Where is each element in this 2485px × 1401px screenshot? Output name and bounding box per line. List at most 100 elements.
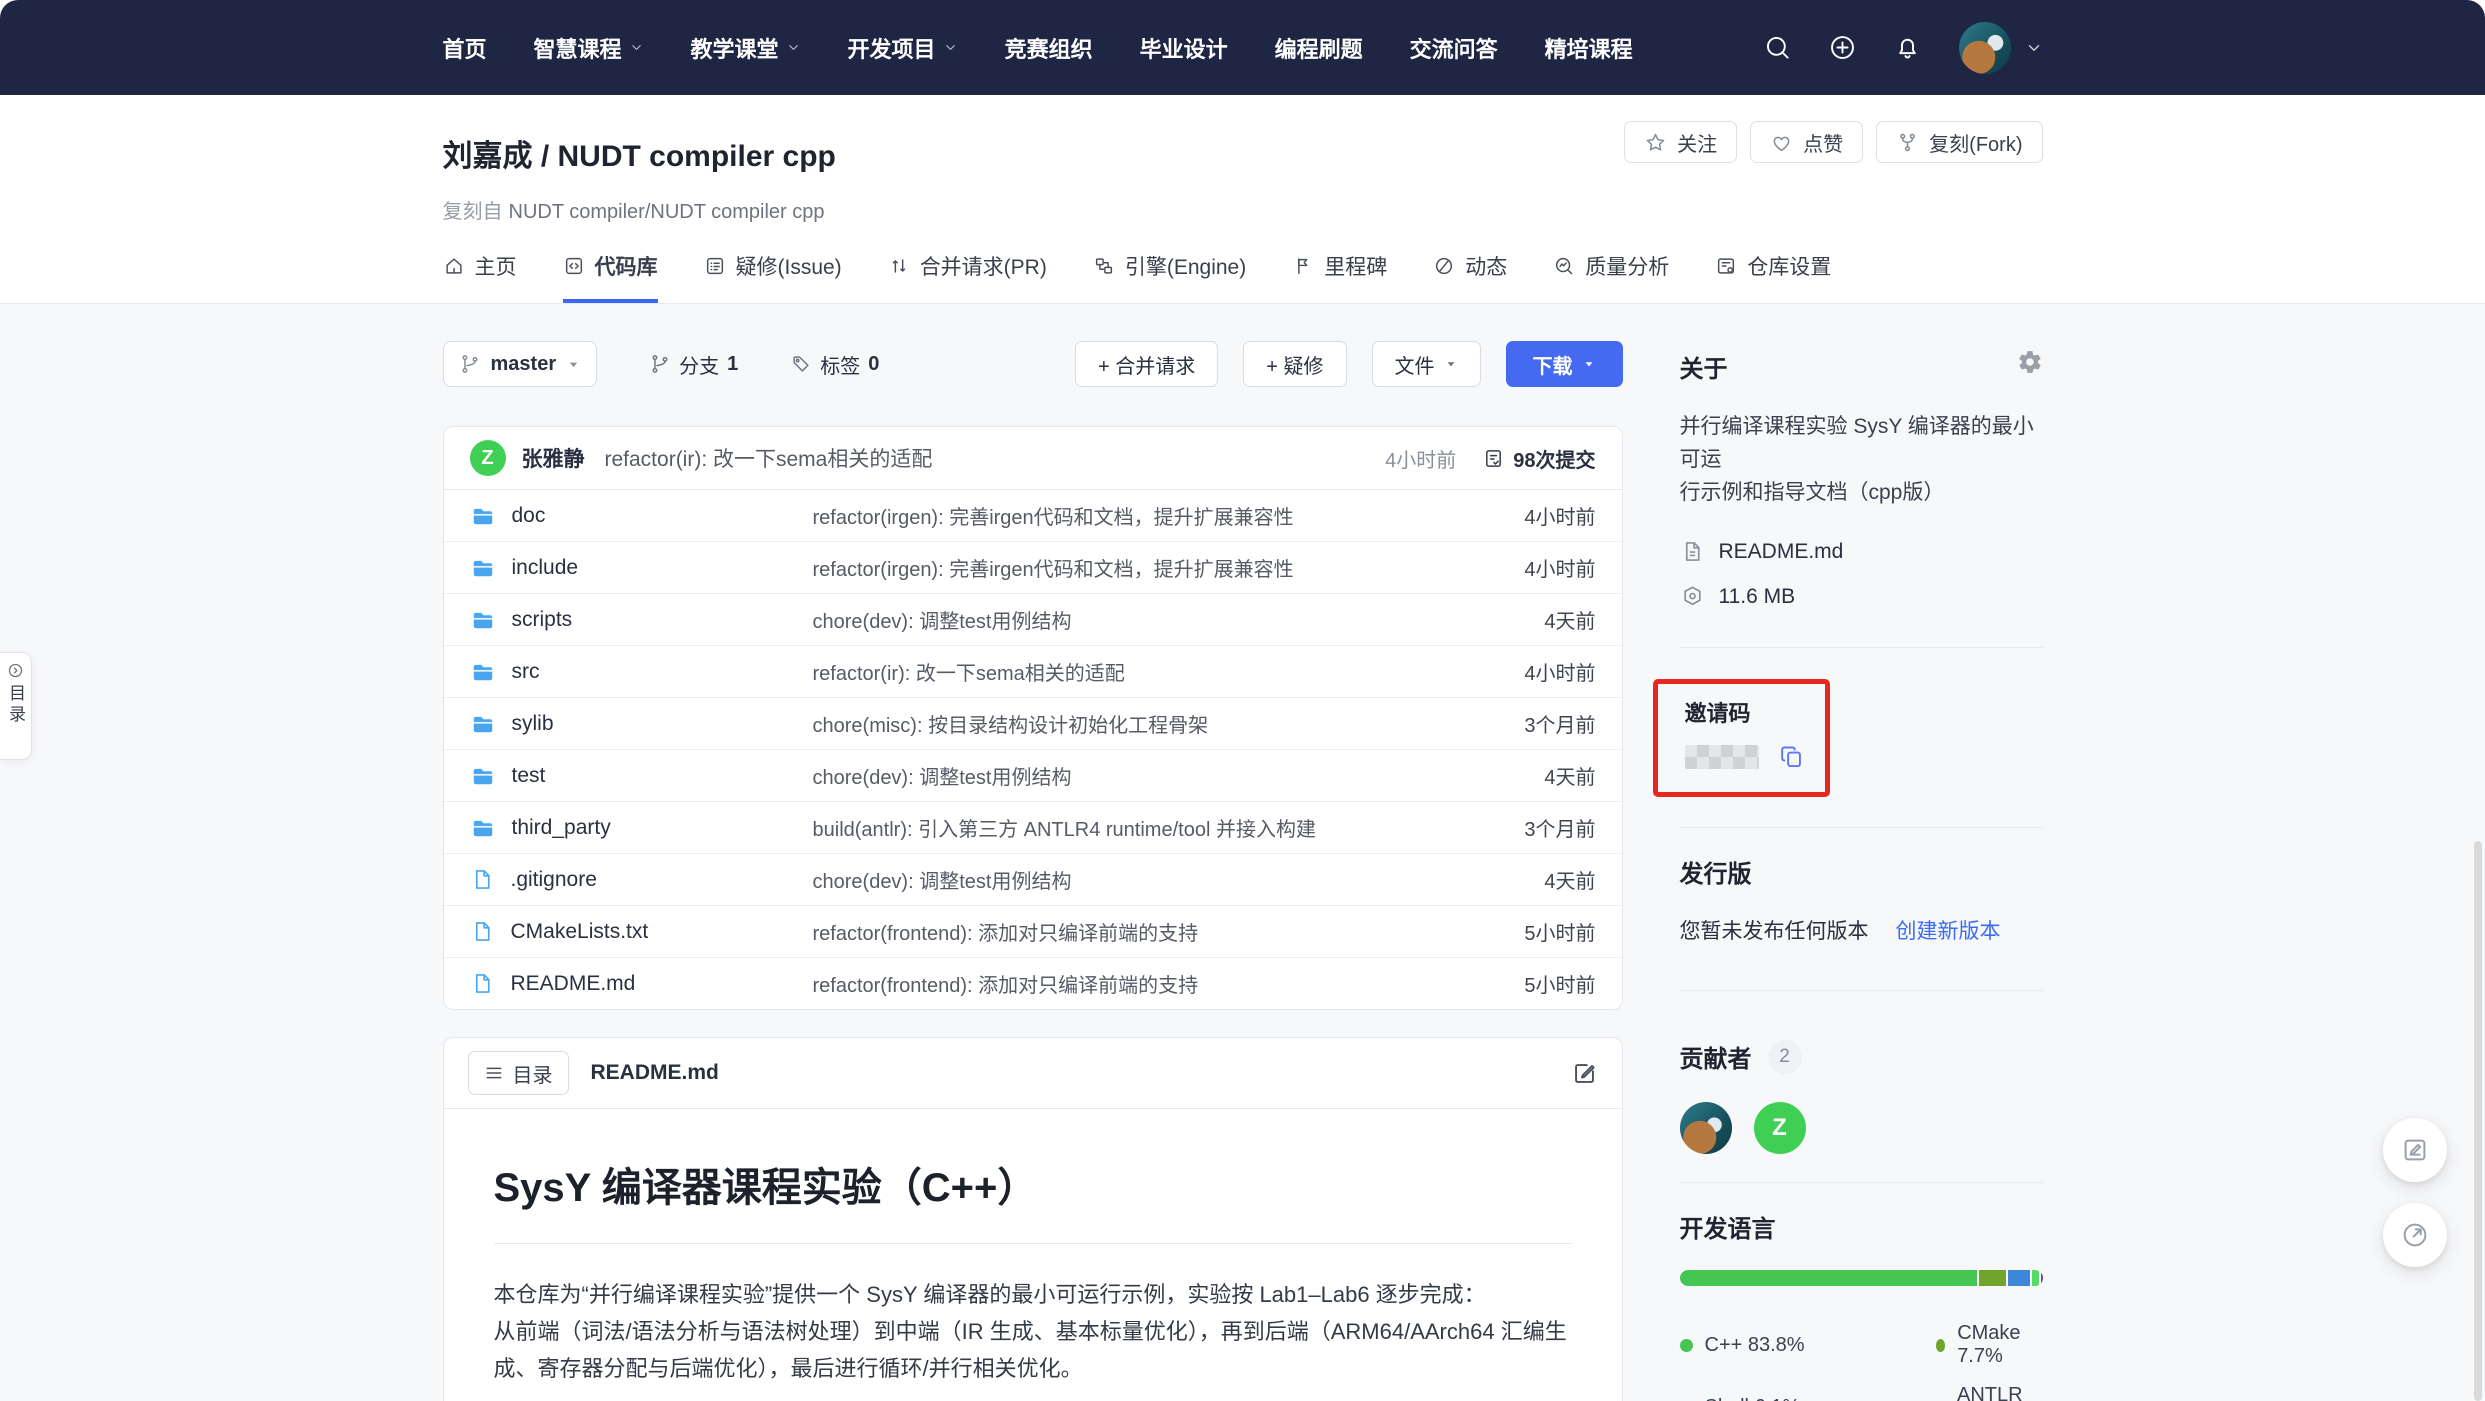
nav-item-毕业设计[interactable]: 毕业设计 <box>1140 32 1228 64</box>
sidebar-readme-link[interactable]: README.md <box>1680 539 2043 564</box>
nav-item-交流问答[interactable]: 交流问答 <box>1410 32 1498 64</box>
file-commit-message[interactable]: refactor(ir): 改一下sema相关的适配 <box>813 657 1525 686</box>
table-row[interactable]: README.mdrefactor(frontend): 添加对只编译前端的支持… <box>444 957 1622 1009</box>
download-button[interactable]: 下载 <box>1506 341 1623 387</box>
file-name[interactable]: sylib <box>470 711 813 737</box>
table-row[interactable]: docrefactor(irgen): 完善irgen代码和文档，提升扩展兼容性… <box>444 490 1622 541</box>
file-name[interactable]: test <box>470 763 813 789</box>
nav-item-首页[interactable]: 首页 <box>443 32 487 64</box>
table-row[interactable]: testchore(dev): 调整test用例结构4天前 <box>444 749 1622 801</box>
table-row[interactable]: srcrefactor(ir): 改一下sema相关的适配4小时前 <box>444 645 1622 697</box>
branch-selector[interactable]: master <box>443 341 598 387</box>
feedback-icon <box>2400 1135 2430 1165</box>
file-commit-message[interactable]: chore(dev): 调整test用例结构 <box>813 761 1545 790</box>
commit-message[interactable]: refactor(ir): 改一下sema相关的适配 <box>605 443 933 473</box>
table-row[interactable]: scriptschore(dev): 调整test用例结构4天前 <box>444 593 1622 645</box>
tab-疑修(Issue)[interactable]: 疑修(Issue) <box>704 251 842 303</box>
branches-count[interactable]: 分支 1 <box>649 350 738 379</box>
table-row[interactable]: includerefactor(irgen): 完善irgen代码和文档，提升扩… <box>444 541 1622 593</box>
language-label: Shell 6.1% <box>1705 1396 1801 1401</box>
tab-主页[interactable]: 主页 <box>443 251 517 303</box>
file-menu-button[interactable]: 文件 <box>1372 341 1481 387</box>
tab-里程碑[interactable]: 里程碑 <box>1292 251 1387 303</box>
star-action-button[interactable]: 关注 <box>1624 121 1737 163</box>
file-commit-time: 4小时前 <box>1524 501 1595 530</box>
folder-icon <box>470 503 496 529</box>
table-row[interactable]: third_partybuild(antlr): 引入第三方 ANTLR4 ru… <box>444 801 1622 853</box>
file-name-label: sylib <box>512 712 554 736</box>
file-name[interactable]: README.md <box>470 971 813 996</box>
tags-count[interactable]: 标签 0 <box>790 350 879 379</box>
annotation-box: 邀请码 <box>1653 679 1830 797</box>
fork-action-button[interactable]: 复刻(Fork) <box>1876 121 2042 163</box>
file-commit-message[interactable]: refactor(irgen): 完善irgen代码和文档，提升扩展兼容性 <box>813 553 1525 582</box>
contributor-avatar[interactable] <box>1680 1102 1732 1154</box>
tab-质量分析[interactable]: 质量分析 <box>1553 251 1669 303</box>
file-name[interactable]: .gitignore <box>470 867 813 892</box>
file-name[interactable]: doc <box>470 503 813 529</box>
list-icon <box>484 1063 504 1083</box>
nav-item-编程刷题[interactable]: 编程刷题 <box>1275 32 1363 64</box>
file-commit-message[interactable]: chore(dev): 调整test用例结构 <box>813 605 1545 634</box>
tab-仓库设置[interactable]: 仓库设置 <box>1715 251 1831 303</box>
new-pr-button[interactable]: + 合并请求 <box>1075 341 1218 387</box>
gear-icon[interactable] <box>2017 349 2043 375</box>
forked-from-source[interactable]: NUDT compiler/NUDT compiler cpp <box>509 201 825 223</box>
file-commit-message[interactable]: refactor(frontend): 添加对只编译前端的支持 <box>813 917 1525 946</box>
nav-item-label: 精培课程 <box>1545 32 1633 64</box>
readme-title: SysY 编译器课程实验（C++） <box>494 1155 1572 1244</box>
tab-代码库[interactable]: 代码库 <box>563 251 658 303</box>
commits-count[interactable]: 98次提交 <box>1482 444 1595 473</box>
file-name[interactable]: CMakeLists.txt <box>470 919 813 944</box>
feedback-fab[interactable] <box>2383 1118 2447 1182</box>
contributor-avatar[interactable]: Z <box>1754 1102 1806 1154</box>
scrollbar-thumb[interactable] <box>2474 841 2482 1401</box>
tab-label: 引擎(Engine) <box>1125 251 1246 281</box>
nav-item-开发项目[interactable]: 开发项目 <box>848 32 958 64</box>
tab-合并请求(PR)[interactable]: 合并请求(PR) <box>888 251 1047 303</box>
contributor-avatars: Z <box>1680 1102 2043 1154</box>
file-name[interactable]: src <box>470 659 813 685</box>
nav-item-label: 开发项目 <box>848 32 936 64</box>
commit-author-avatar[interactable]: Z <box>470 440 506 476</box>
file-commit-message[interactable]: refactor(frontend): 添加对只编译前端的支持 <box>813 969 1525 998</box>
toc-button[interactable]: 目录 <box>468 1051 569 1095</box>
activity-icon <box>1433 255 1455 277</box>
nav-item-教学课堂[interactable]: 教学课堂 <box>691 32 801 64</box>
table-row[interactable]: CMakeLists.txtrefactor(frontend): 添加对只编译… <box>444 905 1622 957</box>
nav-item-精培课程[interactable]: 精培课程 <box>1545 32 1633 64</box>
file-commit-message[interactable]: refactor(irgen): 完善irgen代码和文档，提升扩展兼容性 <box>813 501 1525 530</box>
edit-icon[interactable] <box>1571 1060 1598 1087</box>
table-row[interactable]: .gitignorechore(dev): 调整test用例结构4天前 <box>444 853 1622 905</box>
file-name[interactable]: include <box>470 555 813 581</box>
nav-item-智慧课程[interactable]: 智慧课程 <box>534 32 644 64</box>
tab-引擎(Engine)[interactable]: 引擎(Engine) <box>1093 251 1246 303</box>
file-commit-message[interactable]: build(antlr): 引入第三方 ANTLR4 runtime/tool … <box>813 813 1525 842</box>
tab-动态[interactable]: 动态 <box>1433 251 1507 303</box>
copy-icon[interactable] <box>1778 743 1805 770</box>
folder-icon <box>470 555 496 581</box>
language-segment-ANTLR <box>2032 1270 2039 1286</box>
bell-icon[interactable] <box>1894 34 1921 61</box>
create-release-link[interactable]: 创建新版本 <box>1896 915 2001 945</box>
commit-author[interactable]: 张雅静 <box>522 443 585 473</box>
nav-item-竞赛组织[interactable]: 竞赛组织 <box>1005 32 1093 64</box>
file-name[interactable]: third_party <box>470 815 813 841</box>
file-name[interactable]: scripts <box>470 607 813 633</box>
file-icon <box>470 919 495 944</box>
new-issue-button[interactable]: + 疑修 <box>1243 341 1346 387</box>
search-icon[interactable] <box>1764 34 1791 61</box>
heart-action-button[interactable]: 点赞 <box>1750 121 1863 163</box>
file-commit-message[interactable]: chore(dev): 调整test用例结构 <box>813 865 1545 894</box>
nav-item-label: 编程刷题 <box>1275 32 1363 64</box>
file-commit-message[interactable]: chore(misc): 按目录结构设计初始化工程骨架 <box>813 709 1525 738</box>
user-avatar[interactable] <box>1959 22 2011 74</box>
commit-time: 4小时前 <box>1385 444 1456 473</box>
tags-value: 0 <box>868 353 879 376</box>
toc-side-tab[interactable]: 目录 <box>0 652 32 760</box>
plus-circle-icon[interactable] <box>1829 34 1856 61</box>
table-row[interactable]: sylibchore(misc): 按目录结构设计初始化工程骨架3个月前 <box>444 697 1622 749</box>
chevron-down-icon[interactable] <box>2025 39 2043 57</box>
share-fab[interactable] <box>2383 1203 2447 1267</box>
divider <box>1680 1182 2043 1183</box>
